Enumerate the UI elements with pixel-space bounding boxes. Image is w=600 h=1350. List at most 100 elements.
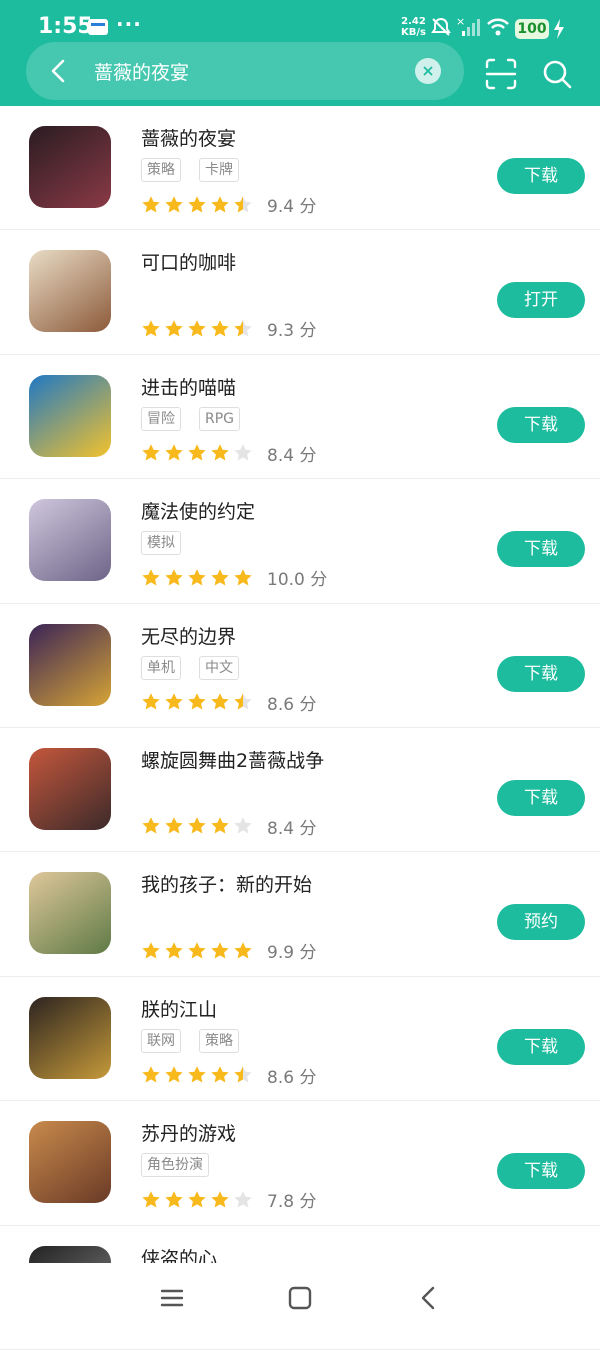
app-name[interactable]: 进击的喵喵: [141, 373, 236, 400]
app-row[interactable]: 苏丹的游戏 角色扮演 7.8 分 下载: [0, 1101, 600, 1226]
app-name[interactable]: 无尽的边界: [141, 622, 236, 649]
app-score: 8.4 分: [267, 445, 317, 466]
app-name[interactable]: 我的孩子：新的开始: [141, 870, 312, 897]
app-tag: 角色扮演: [141, 1153, 209, 1178]
app-tags: 单机 中文: [141, 655, 239, 680]
app-action-button[interactable]: 下载: [497, 1028, 585, 1065]
star-full-icon: [142, 1066, 160, 1083]
app-row[interactable]: 进击的喵喵 冒险 RPG 8.4 分 下载: [0, 355, 600, 480]
app-name[interactable]: 螺旋圆舞曲2蔷薇战争: [141, 746, 324, 773]
star-full-icon: [165, 942, 183, 959]
star-full-icon: [211, 693, 229, 710]
app-rating: 9.4 分: [141, 192, 316, 217]
battery-level: 100: [515, 19, 549, 39]
app-name[interactable]: 蔷薇的夜宴: [141, 124, 236, 151]
app-icon[interactable]: [29, 996, 111, 1079]
star-full-icon: [142, 942, 160, 959]
star-empty-icon: [234, 1190, 252, 1208]
star-full-icon: [211, 1066, 229, 1083]
star-full-icon: [165, 568, 183, 586]
star-full-icon: [142, 444, 160, 461]
search-icon[interactable]: [540, 57, 574, 91]
app-row[interactable]: 我的孩子：新的开始 9.9 分 预约: [0, 852, 600, 977]
app-name[interactable]: 朕的江山: [141, 995, 217, 1022]
app-icon[interactable]: [29, 623, 111, 706]
app-score: 10.0 分: [267, 570, 328, 591]
app-tag: 策略: [141, 158, 181, 182]
star-full-icon: [188, 568, 206, 586]
app-action-button[interactable]: 下载: [497, 531, 585, 568]
app-rating: 8.6 分: [141, 690, 316, 715]
app-row[interactable]: 魔法使的约定 模拟 10.0 分 下载: [0, 479, 600, 604]
wifi-icon: [487, 18, 509, 36]
star-full-icon: [234, 942, 252, 959]
close-icon[interactable]: [415, 58, 441, 84]
search-bar[interactable]: [26, 42, 464, 100]
scan-icon[interactable]: [484, 57, 518, 91]
app-name[interactable]: 苏丹的游戏: [141, 1119, 236, 1146]
star-full-icon: [211, 942, 229, 959]
app-score: 8.6 分: [267, 1067, 317, 1088]
network-speed-value: 2.42: [401, 16, 426, 27]
app-tag: 卡牌: [199, 158, 239, 182]
app-icon[interactable]: [29, 872, 111, 955]
app-row[interactable]: 螺旋圆舞曲2蔷薇战争 8.4 分 下载: [0, 728, 600, 853]
app-icon[interactable]: [29, 499, 111, 582]
app-score: 8.4 分: [267, 818, 317, 839]
mute-bell-icon: [431, 17, 451, 36]
app-tag: RPG: [199, 406, 241, 431]
app-icon[interactable]: [29, 374, 111, 457]
star-half-icon: [234, 1066, 252, 1083]
app-row[interactable]: 蔷薇的夜宴策略 卡牌 9.4 分 下载: [0, 106, 600, 231]
star-full-icon: [234, 568, 252, 586]
app-action-button[interactable]: 打开: [497, 282, 585, 319]
star-full-icon: [142, 568, 160, 586]
network-speed: 2.42 KB/s: [401, 16, 426, 38]
star-full-icon: [188, 1190, 206, 1208]
app-action-button[interactable]: 预约: [497, 904, 585, 941]
app-rating: 9.3 分: [141, 316, 316, 341]
wallet-card-icon: [88, 19, 108, 35]
star-full-icon: [188, 1066, 206, 1083]
search-input[interactable]: [94, 56, 404, 86]
star-empty-icon: [234, 444, 252, 461]
app-score: 9.4 分: [267, 197, 317, 217]
app-tags: 角色扮演: [141, 1153, 209, 1178]
chevron-left-icon[interactable]: [40, 52, 78, 90]
app-rating: 8.4 分: [141, 441, 316, 466]
star-full-icon: [142, 1190, 160, 1208]
home-square-icon[interactable]: [285, 1283, 315, 1313]
app-row[interactable]: 无尽的边界单机 中文 8.6 分 下载: [0, 604, 600, 728]
star-full-icon: [165, 320, 183, 337]
star-full-icon: [142, 195, 160, 212]
app-rating: 9.9 分: [141, 938, 316, 963]
app-action-button[interactable]: 下载: [497, 779, 585, 816]
star-half-icon: [234, 195, 252, 212]
app-action-button[interactable]: 下载: [497, 1153, 585, 1190]
app-row[interactable]: 可口的咖啡 9.3 分 打开: [0, 230, 600, 355]
app-action-button[interactable]: 下载: [497, 406, 585, 443]
system-nav-bar: [0, 1263, 600, 1333]
back-triangle-icon[interactable]: [413, 1283, 443, 1313]
star-full-icon: [188, 942, 206, 959]
app-icon[interactable]: [29, 250, 111, 333]
star-full-icon: [211, 817, 229, 834]
app-tag: 模拟: [141, 531, 181, 556]
app-name[interactable]: 魔法使的约定: [141, 497, 255, 524]
app-action-button[interactable]: 下载: [497, 158, 585, 194]
star-full-icon: [211, 195, 229, 212]
star-full-icon: [165, 817, 183, 834]
app-icon[interactable]: [29, 126, 111, 208]
app-icon[interactable]: [29, 747, 111, 830]
star-full-icon: [165, 693, 183, 710]
star-half-icon: [234, 693, 252, 710]
app-icon[interactable]: [29, 1121, 111, 1204]
star-half-icon: [234, 320, 252, 337]
star-full-icon: [165, 195, 183, 212]
star-full-icon: [211, 320, 229, 337]
app-action-button[interactable]: 下载: [497, 655, 585, 692]
app-name[interactable]: 可口的咖啡: [141, 248, 236, 275]
app-row[interactable]: 朕的江山联网 策略 8.6 分 下载: [0, 977, 600, 1102]
app-tags: 联网 策略: [141, 1028, 239, 1053]
menu-icon[interactable]: [157, 1283, 187, 1313]
